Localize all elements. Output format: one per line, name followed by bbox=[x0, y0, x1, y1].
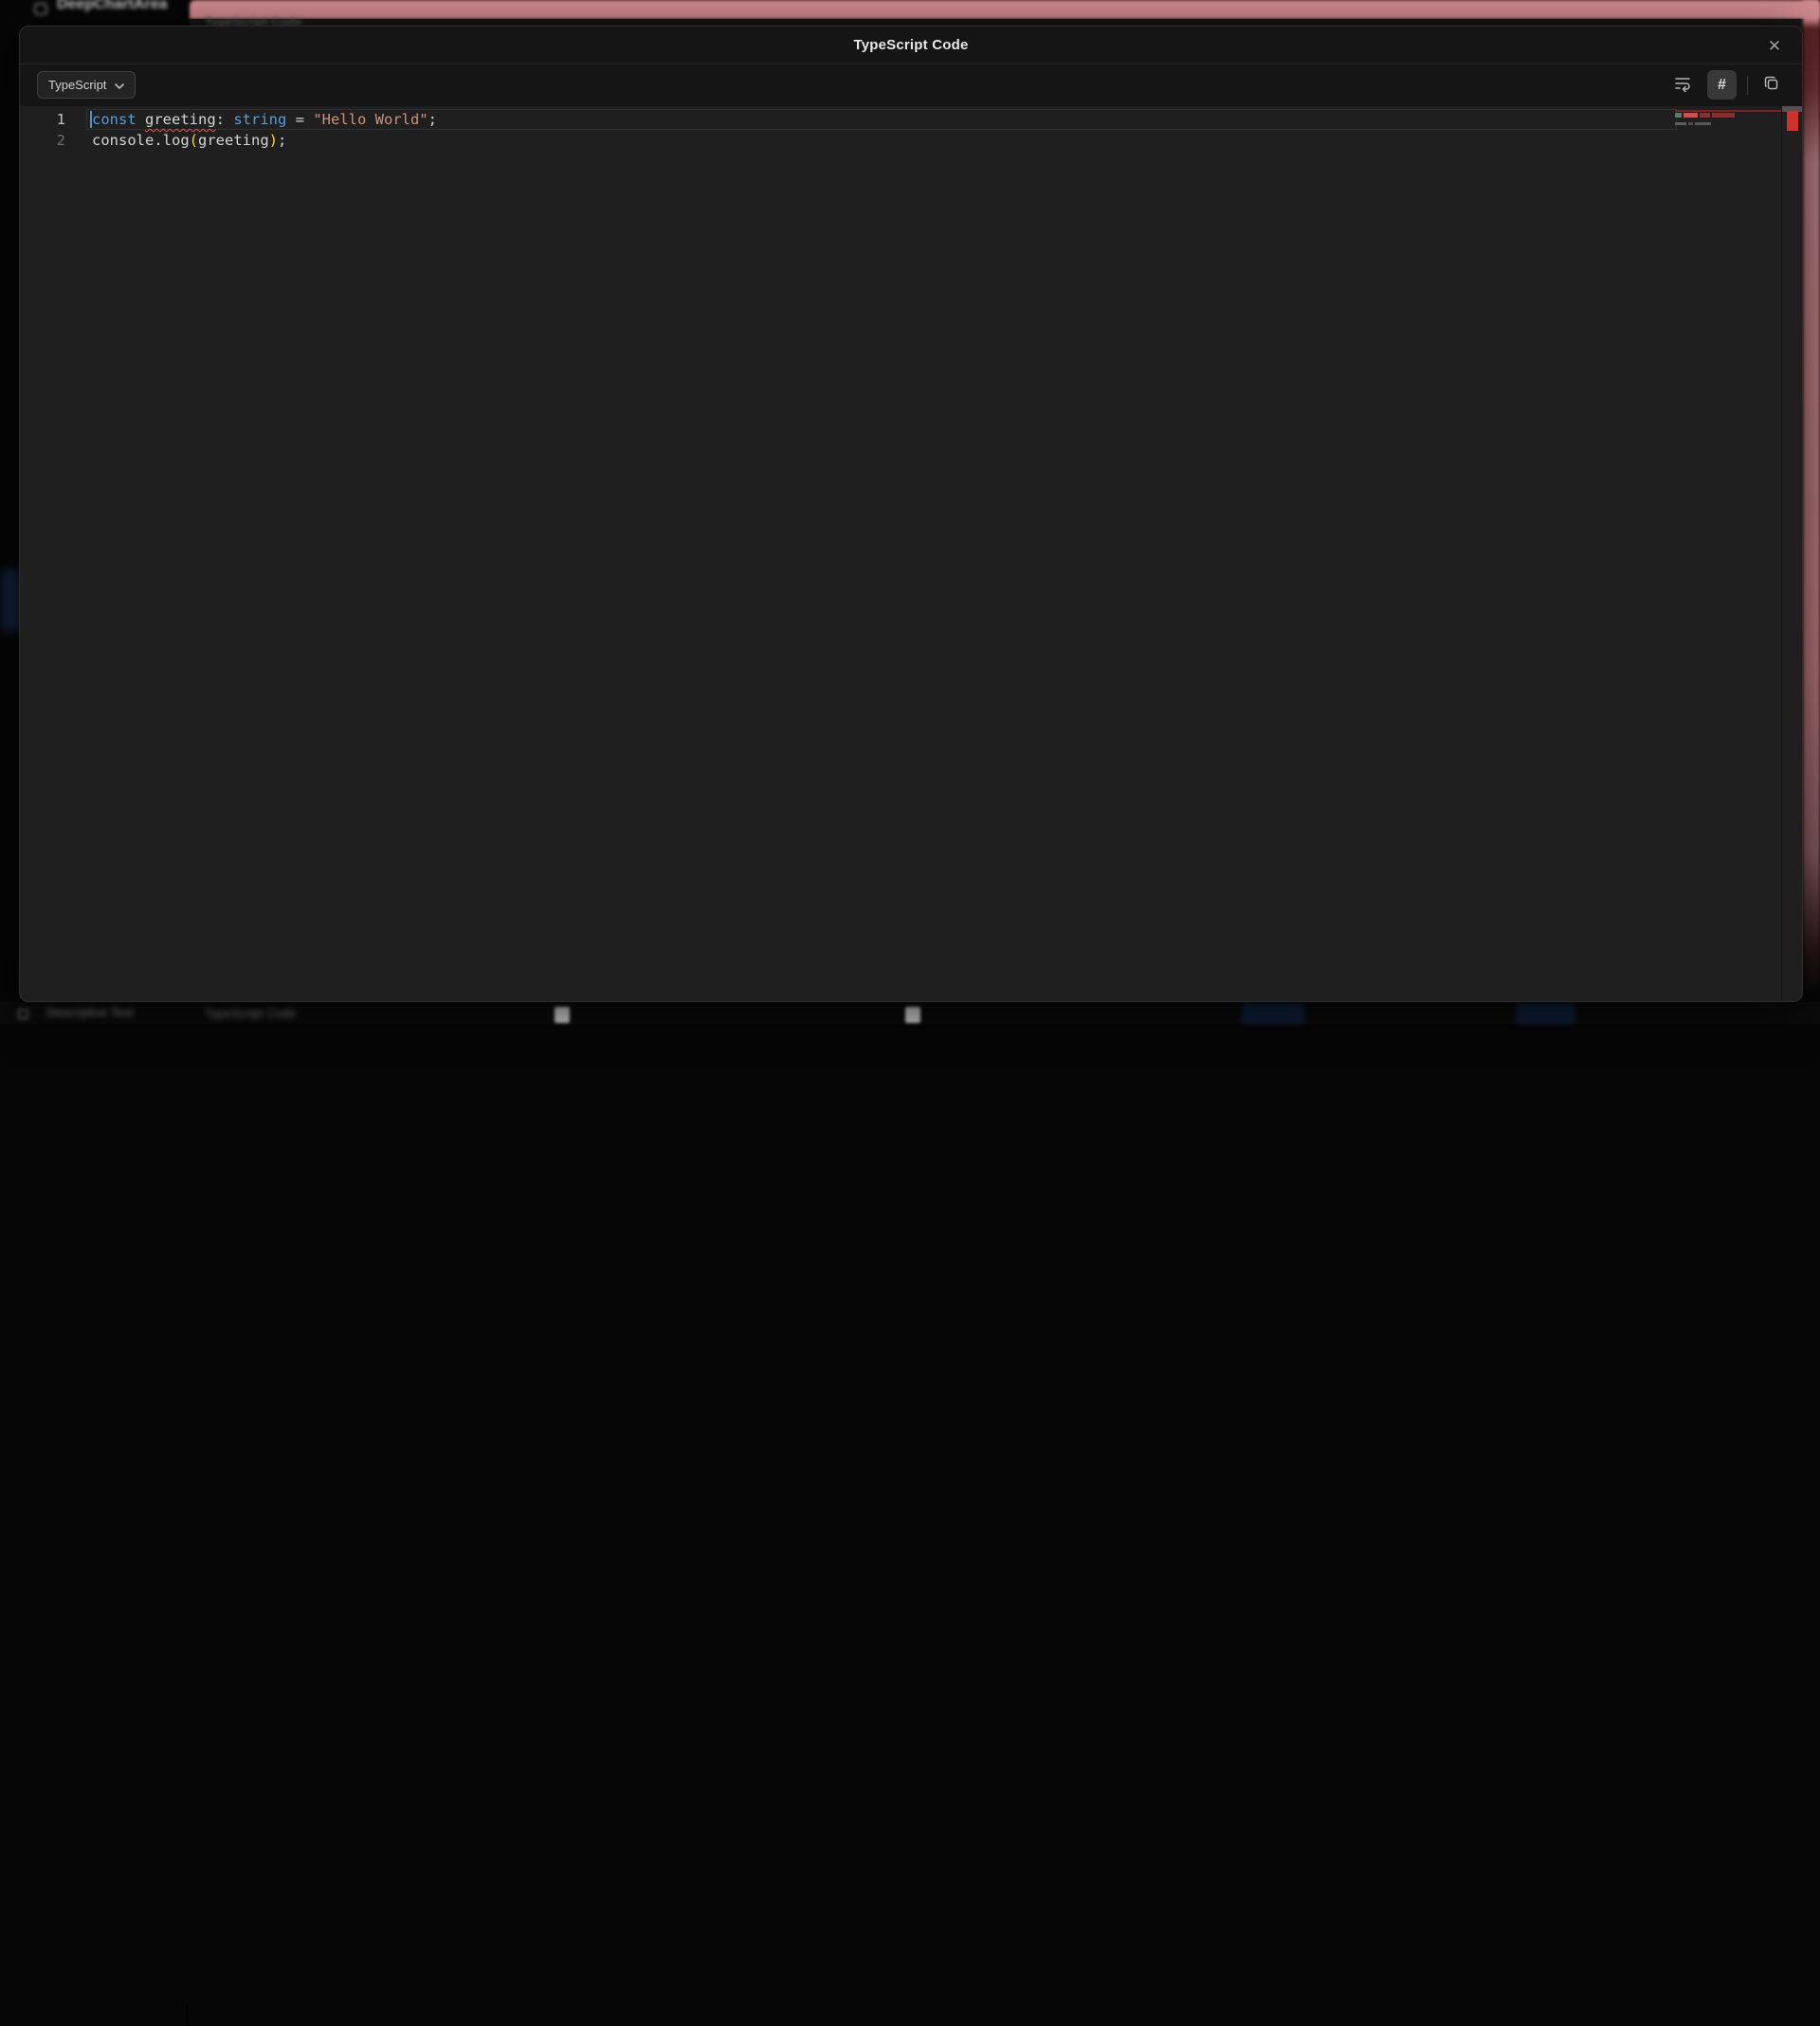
line-number: 2 bbox=[20, 130, 65, 151]
app-logo-icon bbox=[34, 3, 47, 15]
toolbar-divider bbox=[1747, 76, 1748, 95]
code-text: console.log(greeting); bbox=[65, 130, 286, 151]
minimap-line-2 bbox=[1675, 115, 1713, 136]
dialog-title: TypeScript Code bbox=[853, 37, 968, 53]
word-wrap-icon bbox=[1673, 74, 1692, 96]
chevron-down-icon bbox=[115, 78, 124, 92]
language-selector-label: TypeScript bbox=[48, 78, 106, 92]
bottom-checkbox-icon bbox=[18, 1009, 28, 1019]
bottom-white-square bbox=[555, 1007, 570, 1023]
pink-banner-right-edge bbox=[1803, 0, 1820, 991]
app-title: DeepChartArea bbox=[57, 0, 167, 13]
code-text: const greeting: string = "Hello World"; bbox=[65, 109, 437, 130]
copy-code-button[interactable] bbox=[1758, 72, 1785, 99]
bottom-row-panel-label: TypeScript Code bbox=[205, 1006, 296, 1020]
editor-toolbar: TypeScript # bbox=[20, 64, 1802, 105]
dialog-header: TypeScript Code ✕ bbox=[20, 27, 1802, 64]
bottom-white-square bbox=[905, 1007, 920, 1023]
toolbar-actions: # bbox=[1669, 70, 1785, 100]
code-line[interactable]: 2console.log(greeting); bbox=[20, 130, 1802, 151]
code-dialog: TypeScript Code ✕ TypeScript bbox=[19, 26, 1803, 1002]
overview-ruler[interactable] bbox=[1781, 106, 1802, 1001]
overview-error-marker bbox=[1787, 111, 1798, 131]
code-editor[interactable]: 1const greeting: string = "Hello World";… bbox=[20, 106, 1802, 1001]
bottom-row-divider bbox=[186, 2004, 188, 2026]
minimap[interactable] bbox=[1675, 106, 1781, 1001]
bottom-blue-cell bbox=[1242, 1003, 1304, 1024]
bottom-row-label: Descriptive Text bbox=[46, 1005, 134, 1019]
code-lines: 1const greeting: string = "Hello World";… bbox=[20, 106, 1802, 151]
pink-banner bbox=[190, 0, 1820, 19]
copy-icon bbox=[1763, 75, 1780, 95]
language-selector[interactable]: TypeScript bbox=[37, 71, 136, 99]
line-number: 1 bbox=[20, 109, 65, 130]
sidebar-highlight bbox=[2, 569, 21, 631]
hash-icon: # bbox=[1718, 77, 1726, 94]
code-line[interactable]: 1const greeting: string = "Hello World"; bbox=[20, 109, 1802, 130]
bottom-blue-cell bbox=[1517, 1003, 1575, 1024]
word-wrap-button[interactable] bbox=[1669, 72, 1696, 99]
close-button[interactable]: ✕ bbox=[1762, 34, 1787, 59]
line-numbers-toggle[interactable]: # bbox=[1707, 70, 1737, 100]
